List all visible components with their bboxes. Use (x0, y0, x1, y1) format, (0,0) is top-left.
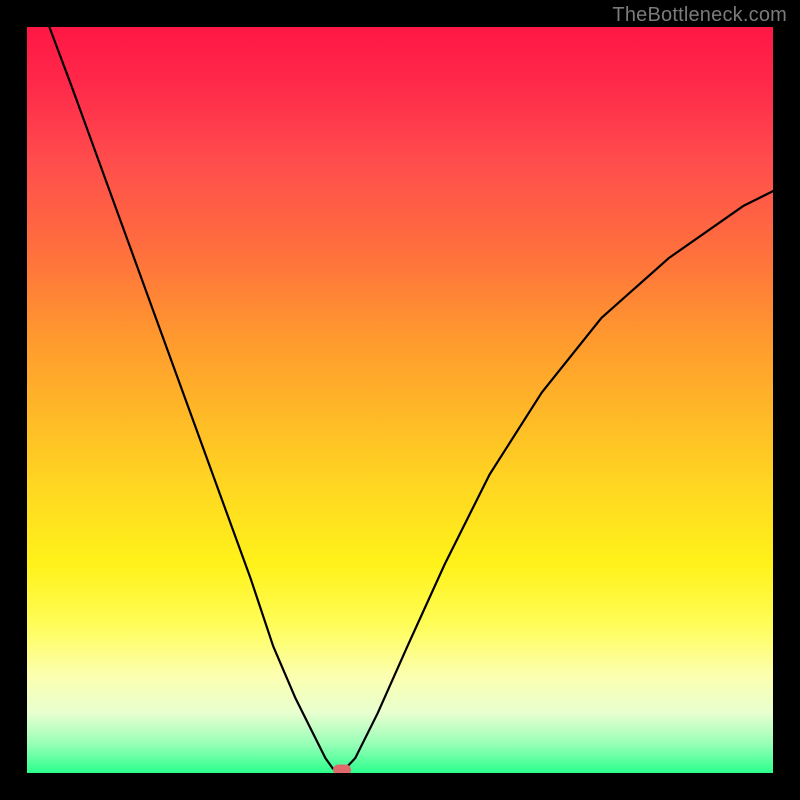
curve-svg (27, 27, 773, 773)
optimal-marker (333, 765, 351, 773)
chart-frame: TheBottleneck.com (0, 0, 800, 800)
watermark-text: TheBottleneck.com (612, 4, 787, 27)
bottleneck-curve (49, 27, 773, 773)
plot-area (27, 27, 773, 773)
